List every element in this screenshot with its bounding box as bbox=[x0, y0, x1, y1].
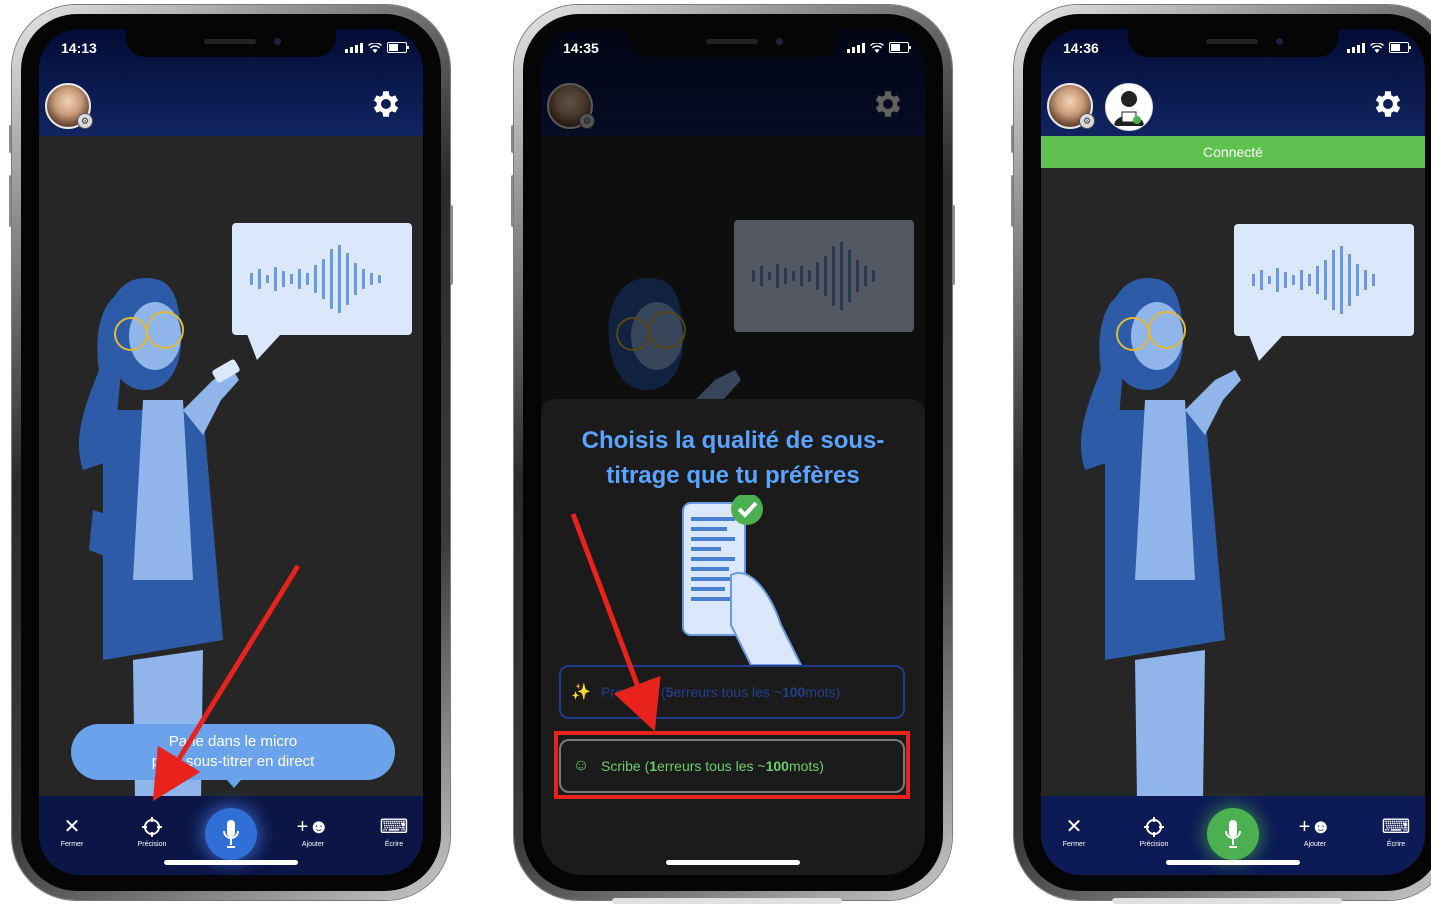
annotation-arrow-2 bbox=[570, 513, 661, 732]
annotation-arrow-1 bbox=[152, 564, 301, 802]
annotation-arrows bbox=[152, 513, 661, 802]
